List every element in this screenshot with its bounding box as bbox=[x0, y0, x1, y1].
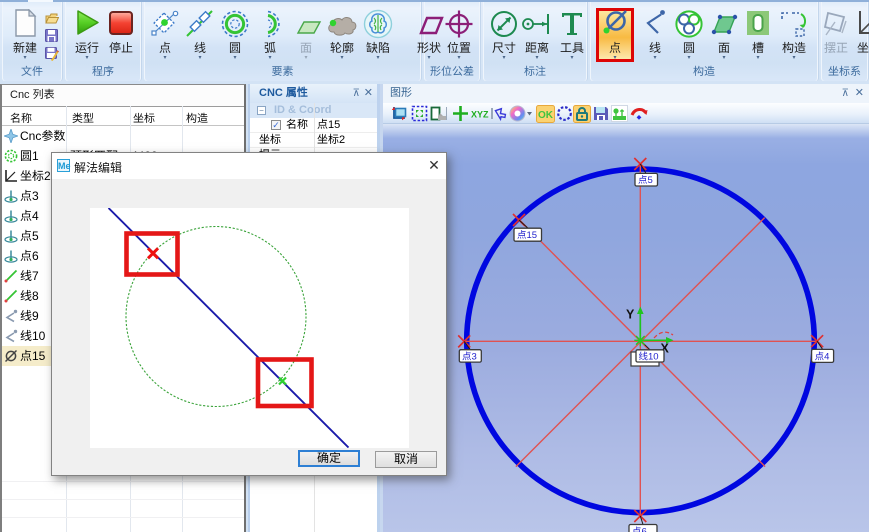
svg-text:点3: 点3 bbox=[462, 351, 477, 362]
svg-text:点6: 点6 bbox=[632, 527, 647, 532]
svg-text:点4: 点4 bbox=[815, 351, 830, 362]
svg-text:点5: 点5 bbox=[638, 175, 653, 186]
svg-text:Y: Y bbox=[626, 308, 635, 322]
svg-text:点15: 点15 bbox=[517, 230, 537, 241]
svg-text:XYZ: XYZ bbox=[471, 110, 489, 120]
svg-text:线10: 线10 bbox=[639, 352, 659, 363]
svg-text:OK: OK bbox=[538, 110, 554, 121]
